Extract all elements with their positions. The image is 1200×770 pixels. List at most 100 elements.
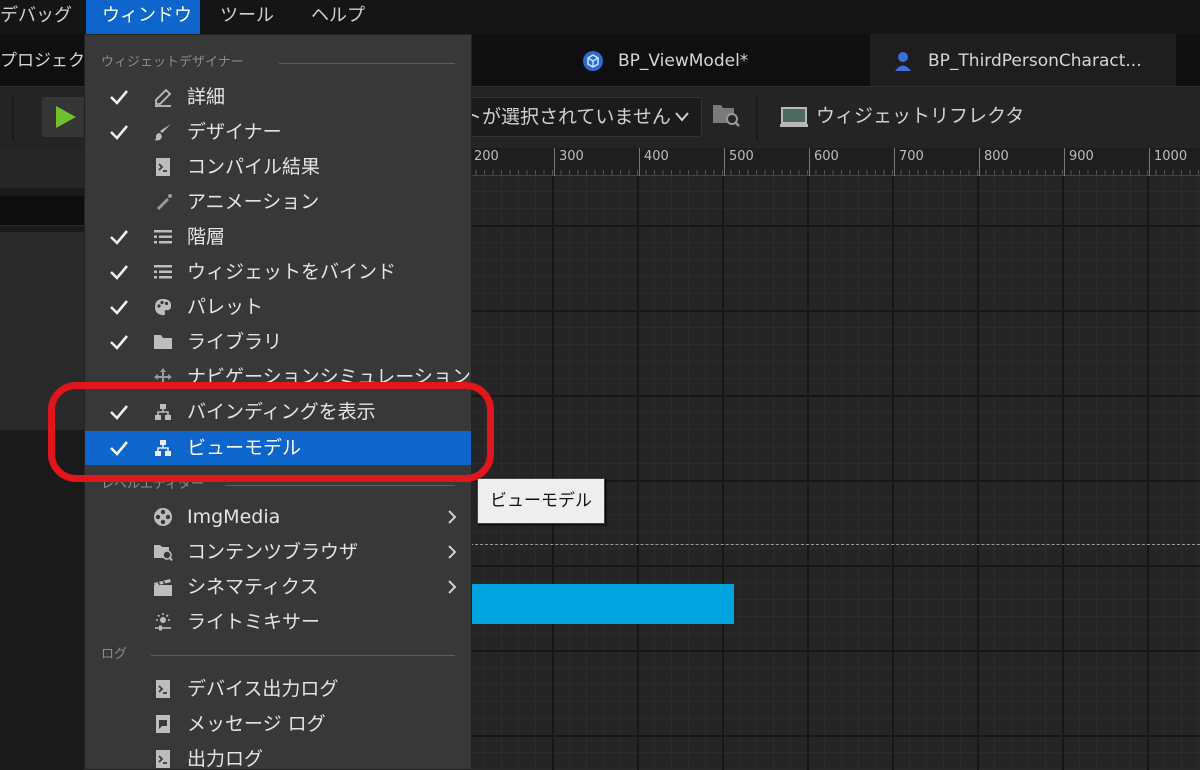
- widget-reflector-label: ウィジェットリフレクタ: [816, 105, 1025, 127]
- ruler-tick-label: 200: [469, 148, 499, 176]
- menu-window-label: ウィンドウ: [102, 5, 192, 26]
- menu-item-label: ビューモデル: [187, 437, 302, 459]
- tab-bp-viewmodel-label: BP_ViewModel*: [618, 51, 749, 71]
- menu-item-label: シネマティクス: [187, 576, 319, 598]
- menu-item-hierarchy[interactable]: 階層: [85, 220, 471, 254]
- check-icon: [110, 300, 128, 315]
- menu-help[interactable]: ヘルプ: [311, 0, 381, 34]
- menu-window[interactable]: ウィンドウ: [86, 0, 200, 34]
- menu-item-navigation-simulation[interactable]: ナビゲーションシミュレーション: [85, 360, 471, 394]
- menu-item-output-log[interactable]: 出力ログ: [85, 742, 471, 770]
- menu-item-light-mixer[interactable]: ライトミキサー: [85, 605, 471, 639]
- menu-item-label: コンパイル結果: [187, 156, 321, 178]
- message-log-icon: [156, 715, 170, 733]
- play-button[interactable]: [42, 97, 86, 137]
- check-icon: [110, 441, 128, 456]
- film-reel-icon: [154, 508, 172, 526]
- section-divider: [151, 655, 455, 656]
- menu-item-label: ナビゲーションシミュレーション: [187, 366, 471, 388]
- menu-item-label: バインディングを表示: [187, 401, 376, 423]
- menu-item-label: ライトミキサー: [187, 611, 321, 633]
- widget-reflector-icon: [780, 107, 808, 127]
- menu-tools-label: ツール: [220, 5, 274, 26]
- menu-item-label: アニメーション: [187, 191, 320, 213]
- check-icon: [110, 405, 128, 420]
- menu-item-show-bindings[interactable]: バインディングを表示: [85, 395, 471, 429]
- tooltip: ビューモデル: [477, 478, 605, 524]
- section-header-level-editor: レベルエディター: [101, 477, 205, 492]
- chevron-right-icon: [448, 545, 457, 559]
- canvas-widget-progress-bar[interactable]: [470, 584, 734, 624]
- menu-item-label: 出力ログ: [187, 748, 264, 770]
- left-panel: [0, 148, 84, 770]
- section-divider: [279, 63, 455, 64]
- menu-debug[interactable]: デバッグ: [0, 0, 84, 34]
- menu-item-palette[interactable]: パレット: [85, 290, 471, 324]
- chevron-right-icon: [448, 510, 457, 524]
- menu-item-label: デザイナー: [187, 121, 282, 143]
- menu-item-details[interactable]: 詳細: [85, 80, 471, 114]
- console-icon: [156, 680, 170, 698]
- menu-item-compile-results[interactable]: コンパイル結果: [85, 150, 471, 184]
- folder-search-icon: [154, 545, 173, 562]
- ruler-tick-label: 700: [894, 148, 924, 176]
- animation-icon: [157, 194, 172, 210]
- play-icon: [56, 106, 76, 128]
- check-icon: [110, 335, 128, 350]
- menu-item-label: メッセージ ログ: [187, 713, 326, 735]
- left-panel-search[interactable]: [0, 196, 84, 226]
- window-menu-dropdown: ウィジェットデザイナー 詳細 デザイナー コンパイル結果 アニメーション 階層 …: [84, 34, 472, 770]
- edit-icon: [155, 88, 172, 107]
- designer-canvas[interactable]: 200 300 400 500 600 700 800 900 1000: [469, 148, 1200, 770]
- menu-item-label: ImgMedia: [187, 506, 281, 528]
- menu-item-content-browser[interactable]: コンテンツブラウザ: [85, 535, 471, 569]
- menu-item-device-output-log[interactable]: デバイス出力ログ: [85, 672, 471, 706]
- viewmodel-select[interactable]: トが選択されていません: [462, 97, 702, 137]
- chevron-right-icon: [448, 580, 457, 594]
- navigation-icon: [154, 368, 172, 386]
- palette-icon: [155, 299, 172, 316]
- menu-bar: デバッグ ウィンドウ ツール ヘルプ: [0, 0, 1200, 34]
- hierarchy-icon: [155, 440, 171, 456]
- tab-bp-thirdperson[interactable]: BP_ThirdPersonCharact...: [870, 34, 1176, 86]
- menu-item-cinematics[interactable]: シネマティクス: [85, 570, 471, 604]
- widget-reflector-button[interactable]: ウィジェットリフレクタ: [780, 97, 1024, 137]
- check-icon: [110, 125, 128, 140]
- horizontal-ruler: 200 300 400 500 600 700 800 900 1000: [469, 148, 1200, 176]
- tooltip-text: ビューモデル: [490, 491, 592, 511]
- menu-item-label: 詳細: [187, 86, 226, 108]
- tab-bp-thirdperson-label: BP_ThirdPersonCharact...: [928, 51, 1142, 71]
- tab-project-label: プロジェク: [0, 51, 85, 71]
- menu-item-label: 階層: [187, 226, 226, 248]
- browse-folder-icon[interactable]: [712, 101, 740, 127]
- section-header-log: ログ: [101, 647, 128, 662]
- brush-icon: [154, 124, 171, 141]
- menu-item-message-log[interactable]: メッセージ ログ: [85, 707, 471, 741]
- folder-icon: [154, 335, 172, 349]
- menu-help-label: ヘルプ: [311, 5, 365, 26]
- menu-item-viewmodel[interactable]: ビューモデル: [85, 431, 471, 465]
- screen-bounds-guide: [470, 544, 1200, 545]
- list-icon: [154, 265, 172, 279]
- menu-item-bind-widgets[interactable]: ウィジェットをバインド: [85, 255, 471, 289]
- menu-item-label: パレット: [187, 296, 264, 318]
- left-panel-header: [0, 148, 84, 188]
- check-icon: [110, 90, 128, 105]
- menu-item-animation[interactable]: アニメーション: [85, 185, 471, 219]
- console-icon: [156, 750, 170, 768]
- list-icon: [154, 230, 172, 244]
- viewmodel-asset-icon: [583, 51, 603, 71]
- tab-project[interactable]: プロジェク: [0, 34, 90, 86]
- chevron-down-icon: [675, 112, 689, 122]
- menu-tools[interactable]: ツール: [220, 0, 290, 34]
- section-divider: [225, 485, 455, 486]
- tab-bp-viewmodel[interactable]: BP_ViewModel*: [580, 34, 860, 86]
- menu-item-label: デバイス出力ログ: [187, 678, 339, 700]
- menu-item-library[interactable]: ライブラリ: [85, 325, 471, 359]
- menu-item-imgmedia[interactable]: ImgMedia: [85, 500, 471, 534]
- menu-item-designer[interactable]: デザイナー: [85, 115, 471, 149]
- menu-item-label: ウィジェットをバインド: [187, 261, 397, 283]
- ruler-tick-label: 600: [809, 148, 839, 176]
- clapper-icon: [154, 579, 172, 596]
- left-panel-body: [0, 232, 84, 430]
